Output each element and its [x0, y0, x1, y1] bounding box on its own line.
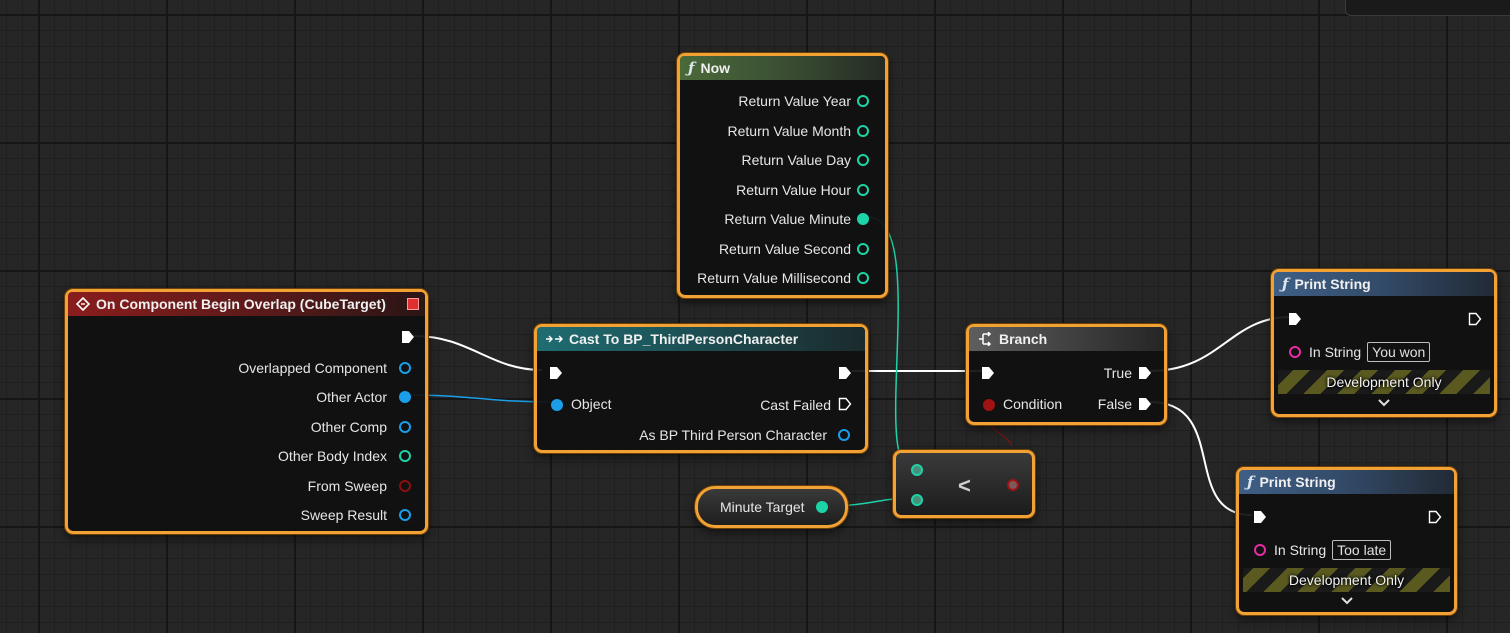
- pin-label-year: Return Value Year: [738, 93, 851, 109]
- exec-wire-true-to-print: [1149, 316, 1291, 372]
- other-actor-pin[interactable]: [399, 391, 411, 403]
- event-node-begin-overlap[interactable]: On Component Begin Overlap (CubeTarget) …: [65, 289, 428, 534]
- pin-label-hour: Return Value Hour: [736, 182, 851, 198]
- print-bottom-dev-only-banner: Development Only: [1243, 568, 1450, 592]
- print-top-header[interactable]: ƒ Print String: [1274, 272, 1494, 296]
- less-operator: <: [958, 473, 971, 498]
- delegate-pin-icon[interactable]: [407, 298, 419, 310]
- print-bottom-exec-in-pin[interactable]: [1253, 510, 1267, 524]
- event-node-title: On Component Begin Overlap (CubeTarget): [96, 296, 386, 312]
- return-minute-pin[interactable]: [857, 213, 869, 225]
- cast-exec-in-pin[interactable]: [549, 366, 563, 380]
- print-top-in-string-input[interactable]: You won: [1367, 342, 1431, 362]
- from-sweep-pin[interactable]: [399, 480, 411, 492]
- cast-node-header[interactable]: Cast To BP_ThirdPersonCharacter: [537, 327, 865, 351]
- print-top-in-string-label: In String: [1309, 344, 1362, 360]
- now-node-title: Now: [700, 60, 731, 76]
- overlapped-component-pin[interactable]: [399, 362, 411, 374]
- print-string-node-won[interactable]: ƒ Print String In String You won Developm…: [1271, 269, 1497, 417]
- print-bottom-in-string-row: In String Too late: [1274, 540, 1392, 560]
- return-millisecond-pin[interactable]: [857, 272, 869, 284]
- object-wire-actor-to-cast: [407, 394, 551, 403]
- minute-target-label: Minute Target: [720, 499, 805, 515]
- print-top-in-string-row: In String You won: [1309, 342, 1431, 362]
- return-second-pin[interactable]: [857, 243, 869, 255]
- pin-label-other-body-index: Other Body Index: [278, 448, 387, 464]
- less-input-a-pin[interactable]: [911, 464, 923, 476]
- sweep-result-pin[interactable]: [399, 509, 411, 521]
- print-top-exec-in-pin[interactable]: [1288, 312, 1302, 326]
- return-year-pin[interactable]: [857, 95, 869, 107]
- pin-label-minute: Return Value Minute: [724, 211, 851, 227]
- print-bottom-expand-chevron-icon[interactable]: [1340, 594, 1354, 608]
- exec-wire-event-to-cast: [413, 335, 543, 371]
- corner-overlay-panel: [1345, 0, 1510, 16]
- pin-label-other-actor: Other Actor: [316, 389, 387, 405]
- pin-label-second: Return Value Second: [718, 241, 851, 257]
- return-month-pin[interactable]: [857, 125, 869, 137]
- pin-label-overlapped-component: Overlapped Component: [238, 360, 387, 376]
- event-node-header[interactable]: On Component Begin Overlap (CubeTarget): [68, 292, 425, 316]
- branch-false-label: False: [1097, 396, 1132, 412]
- pin-label-millisecond: Return Value Millisecond: [697, 270, 851, 286]
- pin-label-other-comp: Other Comp: [310, 419, 387, 435]
- branch-true-label: True: [1103, 365, 1132, 381]
- less-result-pin[interactable]: [1007, 479, 1019, 491]
- branch-exec-in-pin[interactable]: [981, 366, 995, 380]
- branch-icon: [979, 332, 992, 346]
- other-body-index-pin[interactable]: [399, 450, 411, 462]
- branch-node[interactable]: Branch True Condition False: [966, 324, 1167, 425]
- pin-label-day: Return Value Day: [741, 152, 851, 168]
- minute-target-variable-node[interactable]: Minute Target: [695, 486, 848, 528]
- now-function-node[interactable]: ƒ Now Return Value Year Return Value Mon…: [677, 53, 888, 298]
- pin-label-sweep-result: Sweep Result: [300, 507, 387, 523]
- function-icon: ƒ: [1247, 473, 1254, 491]
- now-node-header[interactable]: ƒ Now: [680, 56, 885, 80]
- cast-as-label: As BP Third Person Character: [639, 427, 827, 443]
- branch-true-pin[interactable]: [1138, 366, 1152, 380]
- pin-label-month: Return Value Month: [727, 123, 851, 139]
- print-bottom-title: Print String: [1259, 474, 1336, 490]
- print-top-title: Print String: [1294, 276, 1371, 292]
- return-hour-pin[interactable]: [857, 184, 869, 196]
- function-icon: ƒ: [1282, 275, 1289, 293]
- cast-object-pin[interactable]: [551, 399, 563, 411]
- print-bottom-in-string-input[interactable]: Too late: [1332, 540, 1392, 560]
- cast-failed-label: Cast Failed: [760, 397, 831, 413]
- print-bottom-in-string-label: In String: [1274, 542, 1327, 558]
- exec-out-pin[interactable]: [401, 330, 415, 344]
- cast-to-node[interactable]: Cast To BP_ThirdPersonCharacter Object C…: [534, 324, 868, 453]
- cast-object-label: Object: [571, 396, 612, 412]
- print-top-dev-only-banner: Development Only: [1278, 370, 1490, 394]
- event-diamond-icon: [76, 297, 90, 311]
- bool-wire-less-to-branch: [987, 423, 1013, 447]
- other-comp-pin[interactable]: [399, 421, 411, 433]
- minute-target-out-pin[interactable]: [816, 501, 828, 513]
- cast-failed-exec-pin[interactable]: [838, 397, 852, 411]
- print-bottom-exec-out-pin[interactable]: [1428, 510, 1442, 524]
- print-string-node-late[interactable]: ƒ Print String In String Too late Develop…: [1236, 467, 1457, 615]
- branch-node-title: Branch: [999, 331, 1048, 347]
- less-than-node[interactable]: <: [893, 450, 1035, 518]
- cast-arrows-icon: [546, 335, 563, 343]
- print-top-exec-out-pin[interactable]: [1468, 312, 1482, 326]
- cast-exec-out-pin[interactable]: [838, 366, 852, 380]
- print-bottom-in-string-pin[interactable]: [1254, 544, 1266, 556]
- branch-condition-pin[interactable]: [983, 399, 995, 411]
- return-day-pin[interactable]: [857, 154, 869, 166]
- branch-node-header[interactable]: Branch: [969, 327, 1164, 351]
- pin-label-from-sweep: From Sweep: [307, 478, 387, 494]
- function-icon: ƒ: [688, 59, 695, 77]
- print-top-expand-chevron-icon[interactable]: [1377, 396, 1391, 410]
- print-top-in-string-pin[interactable]: [1289, 346, 1301, 358]
- branch-false-pin[interactable]: [1138, 397, 1152, 411]
- cast-as-pin[interactable]: [838, 429, 850, 441]
- branch-condition-label: Condition: [1003, 396, 1063, 412]
- print-bottom-header[interactable]: ƒ Print String: [1239, 470, 1454, 494]
- less-input-b-pin[interactable]: [911, 494, 923, 506]
- cast-node-title: Cast To BP_ThirdPersonCharacter: [569, 331, 799, 347]
